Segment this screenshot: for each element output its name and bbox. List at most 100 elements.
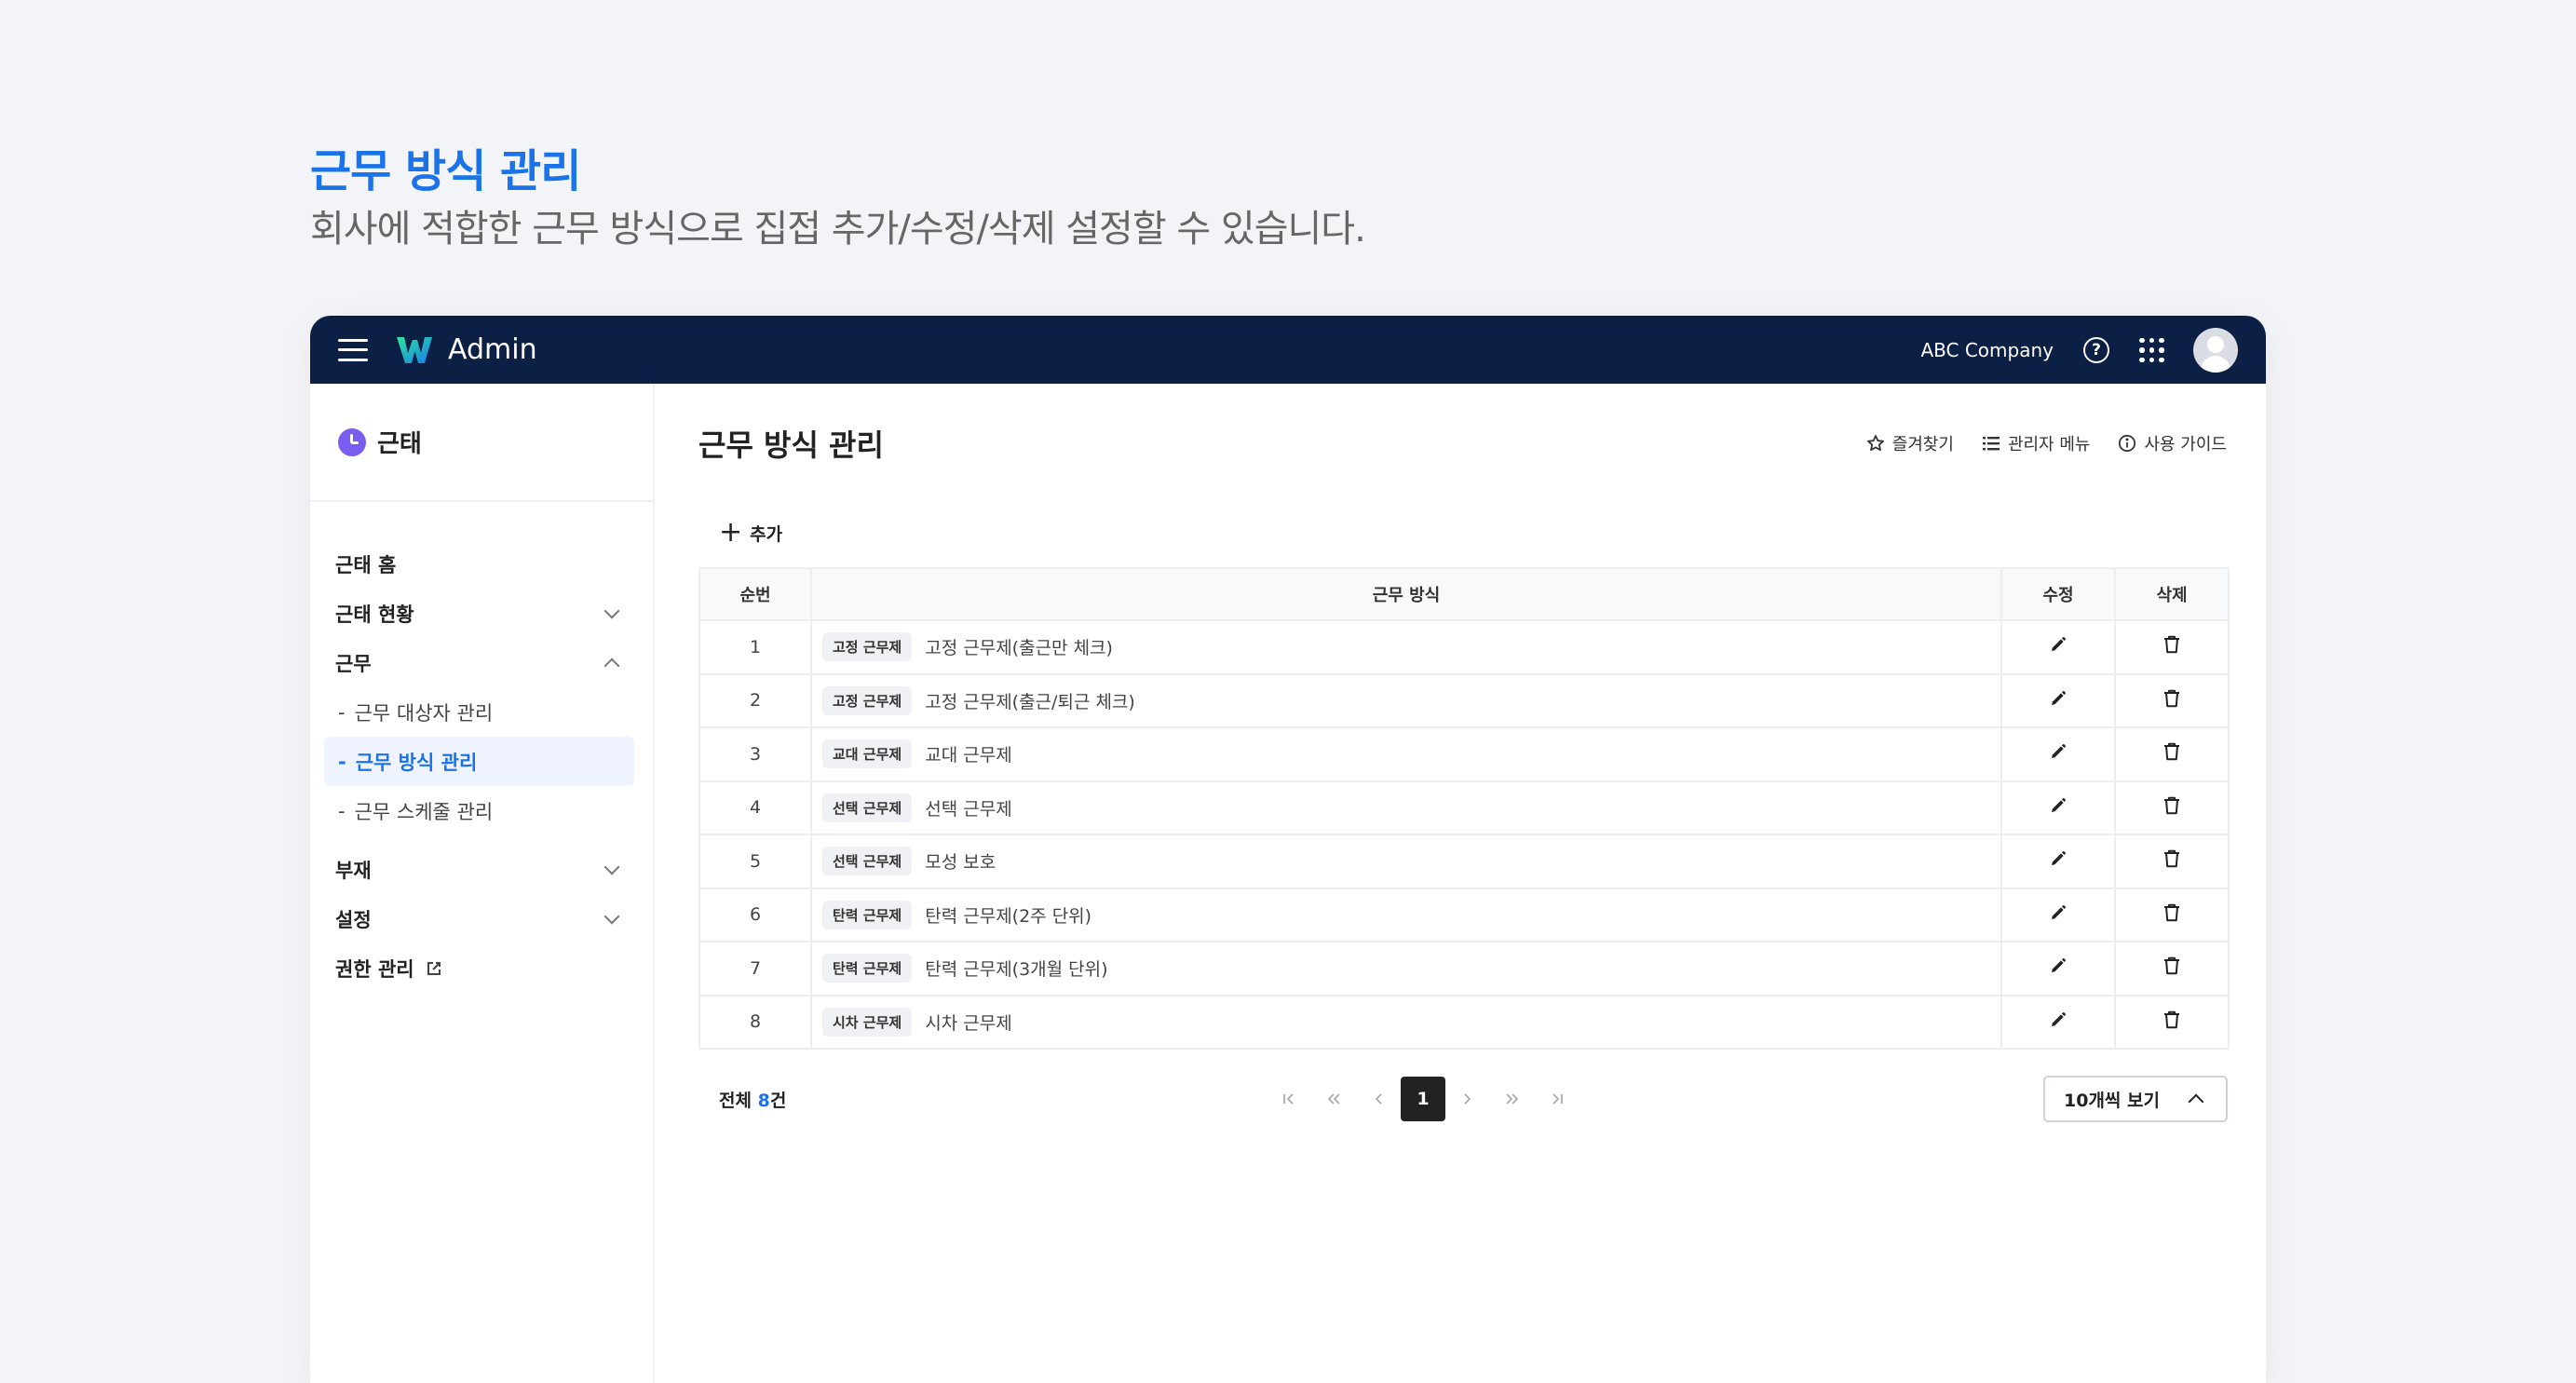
trash-icon[interactable]: [2162, 848, 2182, 869]
edit-cell: [2000, 726, 2116, 782]
trash-icon[interactable]: [2162, 634, 2182, 655]
trash-icon[interactable]: [2162, 1010, 2182, 1030]
work-type-tag: 선택 근무제: [822, 793, 913, 822]
help-icon[interactable]: ?: [2083, 336, 2109, 363]
work-type-cell: 선택 근무제 모성 보호: [810, 834, 2002, 889]
sidebar-item-attendance-status[interactable]: 근태 현황: [324, 589, 634, 638]
w-logo-icon[interactable]: [396, 334, 433, 366]
sidebar-item-label: 근태 현황: [335, 603, 414, 626]
pencil-icon[interactable]: [2049, 689, 2068, 708]
prev-page-button[interactable]: [1356, 1077, 1401, 1121]
row-number: 1: [698, 619, 812, 675]
column-header-number: 순번: [698, 567, 812, 621]
sidebar-item-label: 설정: [335, 908, 372, 931]
row-number: 5: [698, 834, 812, 889]
admin-menu-link[interactable]: 관리자 메뉴: [1982, 431, 2090, 455]
sidebar-item-attendance-home[interactable]: 근태 홈: [324, 539, 634, 589]
per-page-select[interactable]: 10개씩 보기: [2043, 1076, 2228, 1122]
chevron-up-icon: [603, 658, 620, 673]
work-type-name: 선택 근무제: [925, 798, 1012, 820]
row-number: 7: [698, 941, 812, 997]
info-icon: [2119, 434, 2136, 452]
per-page-value: 10개씩 보기: [2064, 1090, 2160, 1111]
work-type-cell: 탄력 근무제 탄력 근무제(3개월 단위): [810, 941, 2002, 997]
table-row: 2 고정 근무제 고정 근무제(출근/퇴근 체크): [698, 672, 2230, 728]
first-page-button[interactable]: [1267, 1077, 1311, 1121]
row-number: 4: [698, 780, 812, 835]
sidebar-item-label: 근무: [335, 652, 372, 675]
prev-group-button[interactable]: [1311, 1077, 1356, 1121]
sidebar-menu: 근태 홈 근태 현황 근무 - 근무 대상자 관리 - 근무 방식 관리 - 근…: [310, 502, 653, 993]
sidebar-subitem-work-targets[interactable]: - 근무 대상자 관리: [324, 687, 634, 737]
clock-icon: [338, 427, 366, 456]
sidebar-subitem-work-schedule[interactable]: - 근무 스케줄 관리: [324, 786, 634, 835]
delete-cell: [2114, 834, 2230, 889]
intro-section: 근무 방식 관리 회사에 적합한 근무 방식으로 집접 추가/수정/삭제 설정할…: [310, 142, 1366, 255]
chevron-down-icon: [603, 908, 620, 924]
edit-cell: [2000, 994, 2116, 1050]
sidebar-item-absence[interactable]: 부재: [324, 845, 634, 894]
favorite-label: 즐겨찾기: [1891, 434, 1954, 454]
work-type-name: 탄력 근무제(2주 단위): [925, 905, 1092, 927]
column-header-delete: 삭제: [2114, 567, 2230, 621]
table-row: 1 고정 근무제 고정 근무제(출근만 체크): [698, 619, 2230, 675]
sidebar-item-work[interactable]: 근무: [324, 638, 634, 687]
add-button-label: 추가: [750, 523, 783, 545]
total-suffix: 건: [769, 1090, 787, 1111]
pencil-icon[interactable]: [2049, 742, 2068, 761]
trash-icon[interactable]: [2162, 795, 2182, 816]
chevron-up-icon: [2188, 1093, 2204, 1110]
trash-icon[interactable]: [2162, 741, 2182, 762]
apps-grid-icon[interactable]: [2139, 337, 2164, 362]
pencil-icon[interactable]: [2049, 849, 2068, 868]
next-group-button[interactable]: [1490, 1077, 1535, 1121]
main-content: 근무 방식 관리 즐겨찾기 관리자 메뉴 사용 가이드 + 추가 순번 근무 방…: [657, 384, 2266, 1383]
first-page-icon: [1283, 1093, 1294, 1105]
column-header-edit: 수정: [2000, 567, 2116, 621]
next-page-button[interactable]: [1445, 1077, 1490, 1121]
row-number: 2: [698, 672, 812, 728]
user-guide-link[interactable]: 사용 가이드: [2118, 431, 2227, 455]
edit-cell: [2000, 619, 2116, 675]
chevron-right-icon: [1464, 1093, 1471, 1105]
sidebar-item-settings[interactable]: 설정: [324, 894, 634, 943]
pencil-icon[interactable]: [2049, 796, 2068, 815]
double-chevron-right-icon: [1506, 1093, 1519, 1105]
user-avatar[interactable]: [2193, 327, 2238, 373]
pencil-icon[interactable]: [2049, 635, 2068, 654]
delete-cell: [2114, 780, 2230, 835]
company-name[interactable]: ABC Company: [1920, 339, 2054, 361]
pencil-icon[interactable]: [2049, 903, 2068, 922]
chevron-down-icon: [603, 603, 620, 618]
work-type-cell: 고정 근무제 고정 근무제(출근만 체크): [810, 619, 2002, 675]
work-type-name: 모성 보호: [925, 852, 997, 874]
favorite-link[interactable]: 즐겨찾기: [1866, 431, 1954, 455]
edit-cell: [2000, 941, 2116, 997]
trash-icon[interactable]: [2162, 956, 2182, 976]
work-type-table: 순번 근무 방식 수정 삭제 1 고정 근무제 고정 근무제(출근만 체크) 2 고정 …: [698, 567, 2230, 1050]
hamburger-icon[interactable]: [338, 338, 368, 361]
sidebar: 근태 근태 홈 근태 현황 근무 - 근무 대상자 관리 - 근무 방식 관리: [310, 384, 655, 1383]
total-count: 전체 8건: [698, 1087, 786, 1112]
add-button[interactable]: + 추가: [698, 509, 803, 556]
pencil-icon[interactable]: [2049, 956, 2068, 975]
sidebar-subitem-work-types[interactable]: - 근무 방식 관리: [324, 737, 634, 786]
last-page-button[interactable]: [1535, 1077, 1579, 1121]
trash-icon[interactable]: [2162, 902, 2182, 923]
pencil-icon[interactable]: [2049, 1010, 2068, 1029]
work-type-cell: 탄력 근무제 탄력 근무제(2주 단위): [810, 887, 2002, 942]
total-number: 8: [757, 1090, 770, 1111]
edit-cell: [2000, 834, 2116, 889]
sidebar-subitem-label: 근무 스케줄 관리: [354, 800, 494, 823]
trash-icon[interactable]: [2162, 688, 2182, 709]
work-type-tag: 탄력 근무제: [822, 900, 913, 929]
page-button-current[interactable]: 1: [1401, 1077, 1445, 1121]
work-type-name: 고정 근무제(출근/퇴근 체크): [925, 691, 1135, 712]
chevron-left-icon: [1375, 1093, 1382, 1105]
delete-cell: [2114, 672, 2230, 728]
work-type-name: 고정 근무제(출근만 체크): [925, 638, 1113, 659]
list-icon: [1982, 436, 2000, 450]
delete-cell: [2114, 619, 2230, 675]
sidebar-item-permissions[interactable]: 권한 관리: [324, 943, 634, 993]
intro-title: 근무 방식 관리: [310, 145, 581, 197]
